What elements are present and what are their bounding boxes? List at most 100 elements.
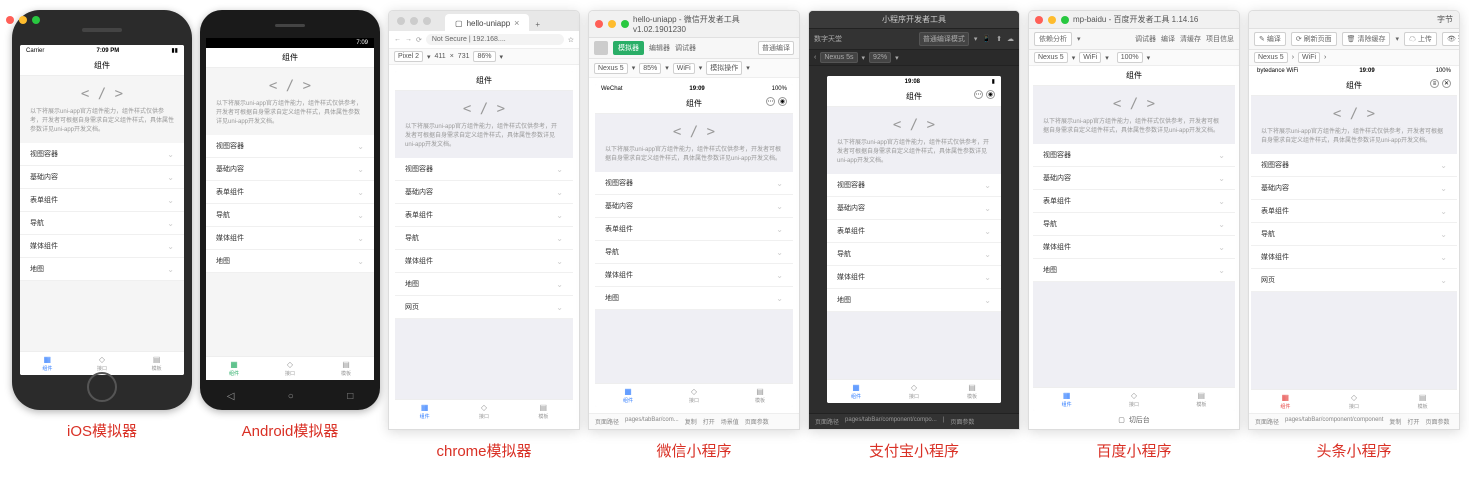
list-item[interactable]: 表单组件⌄ — [206, 181, 374, 204]
list-item[interactable]: 网页⌄ — [1251, 269, 1457, 292]
recent-icon[interactable]: □ — [347, 391, 353, 402]
list-item[interactable]: 表单组件⌄ — [827, 220, 1001, 243]
cloud-icon[interactable]: ☁ — [1007, 35, 1014, 43]
list-item[interactable]: 地图⌄ — [827, 289, 1001, 312]
tab-template[interactable]: ▤模板 — [755, 387, 765, 404]
tab-api[interactable]: ◇接口 — [285, 360, 295, 377]
device-select[interactable]: Nexus 5s — [820, 52, 857, 63]
phone-icon[interactable]: 📱 — [982, 35, 991, 43]
device-select[interactable]: Nexus 5 — [1254, 52, 1288, 63]
maximize-icon[interactable] — [1061, 16, 1069, 24]
list-item[interactable]: 导航⌄ — [20, 212, 184, 235]
menu-icon[interactable]: ≡ — [1430, 79, 1439, 88]
zoom-select[interactable]: 100% — [1117, 52, 1143, 63]
compile-mode-select[interactable]: 普通编译模式 — [919, 32, 969, 46]
minimize-icon[interactable] — [608, 20, 616, 28]
refresh-button[interactable]: ⟳ 刷新页面 — [1291, 32, 1337, 46]
editor-button[interactable]: 编辑器 — [649, 43, 670, 53]
browser-tab[interactable]: ▢hello-uniapp× — [445, 14, 529, 31]
clear-cache-button[interactable]: 🗑 清除缓存 — [1342, 32, 1391, 46]
list-item[interactable]: 导航⌄ — [827, 243, 1001, 266]
minimize-icon[interactable] — [410, 17, 418, 25]
tab-api[interactable]: ◇接口 — [689, 387, 699, 404]
list-item[interactable]: 基础内容⌄ — [395, 181, 573, 204]
list-item[interactable]: 基础内容⌄ — [1033, 167, 1235, 190]
list-item[interactable]: 表单组件⌄ — [1251, 200, 1457, 223]
compile-button[interactable]: ✎ 编译 — [1254, 32, 1286, 46]
width[interactable]: 411 — [435, 53, 446, 60]
avatar-icon[interactable] — [594, 41, 608, 55]
list-item[interactable]: 媒体组件⌄ — [206, 227, 374, 250]
network-select[interactable]: WiFi — [1079, 52, 1101, 63]
copy-button[interactable]: 复制 — [1389, 417, 1401, 426]
tab-template[interactable]: ▤模板 — [341, 360, 351, 377]
height[interactable]: 731 — [458, 53, 470, 60]
clear-cache-button[interactable]: 清缓存 — [1180, 34, 1201, 44]
close-tab-icon[interactable]: × — [514, 18, 519, 28]
close-icon[interactable] — [595, 20, 603, 28]
list-item[interactable]: 导航⌄ — [395, 227, 573, 250]
upload-icon[interactable]: ⬆ — [996, 35, 1002, 43]
list-item[interactable]: 地图⌄ — [595, 287, 793, 310]
tab-component[interactable]: ▦组件 — [1062, 391, 1072, 408]
list-item[interactable]: 导航⌄ — [1251, 223, 1457, 246]
compile-mode-select[interactable]: 普通编译 — [758, 41, 794, 55]
upload-button[interactable]: ☁ 上传 — [1404, 32, 1437, 46]
tab-template[interactable]: ▤模板 — [1418, 393, 1428, 410]
project-info-button[interactable]: 项目信息 — [1206, 34, 1234, 44]
list-item[interactable]: 网页⌄ — [395, 296, 573, 319]
maximize-icon[interactable] — [621, 20, 629, 28]
list-item[interactable]: 视图容器⌄ — [206, 135, 374, 158]
compile-button[interactable]: 编译 — [1161, 34, 1175, 44]
list-item[interactable]: 地图⌄ — [1033, 259, 1235, 282]
tab-api[interactable]: ◇接口 — [479, 403, 489, 420]
list-item[interactable]: 视图容器⌄ — [1033, 144, 1235, 167]
zoom-select[interactable]: 85% — [639, 63, 661, 74]
list-item[interactable]: 导航⌄ — [206, 204, 374, 227]
device-select[interactable]: Nexus 5 — [1034, 52, 1068, 63]
open-button[interactable]: 打开 — [1407, 417, 1419, 426]
tab-api[interactable]: ◇接口 — [1129, 391, 1139, 408]
debugger-button[interactable]: 调试器 — [1135, 34, 1156, 44]
close-icon[interactable]: ◉ — [778, 97, 787, 106]
home-icon[interactable]: ○ — [288, 391, 294, 402]
tab-component[interactable]: ▦组件 — [229, 360, 239, 377]
list-item[interactable]: 媒体组件⌄ — [395, 250, 573, 273]
preview-button[interactable]: 👁 预览 — [1442, 32, 1459, 46]
list-item[interactable]: 媒体组件⌄ — [1033, 236, 1235, 259]
menu-icon[interactable]: ⋯ — [974, 90, 983, 99]
list-item[interactable]: 地图⌄ — [20, 258, 184, 281]
tab-component[interactable]: ▦组件 — [420, 403, 430, 420]
debugger-button[interactable]: 调试器 — [675, 43, 696, 53]
list-item[interactable]: 媒体组件⌄ — [595, 264, 793, 287]
list-item[interactable]: 地图⌄ — [206, 250, 374, 273]
tab-component[interactable]: ▦组件 — [851, 383, 861, 400]
close-icon[interactable] — [397, 17, 405, 25]
tab-template[interactable]: ▤模板 — [538, 403, 548, 420]
new-tab-button[interactable]: + — [529, 18, 546, 31]
device-select[interactable]: Nexus 5 — [594, 63, 628, 74]
list-item[interactable]: 导航⌄ — [1033, 213, 1235, 236]
list-item[interactable]: 基础内容⌄ — [595, 195, 793, 218]
open-button[interactable]: 打开 — [703, 417, 715, 426]
close-icon[interactable]: ✕ — [1442, 79, 1451, 88]
url-input[interactable]: Not Secure | 192.168.... — [426, 34, 564, 45]
list-item[interactable]: 导航⌄ — [595, 241, 793, 264]
menu-read[interactable]: 数字天堂 — [814, 34, 842, 44]
list-item[interactable]: 基础内容⌄ — [827, 197, 1001, 220]
bd-switch-bg[interactable]: ▢切后台 — [1029, 411, 1239, 429]
network-select[interactable]: WiFi — [673, 63, 695, 74]
list-item[interactable]: 基础内容⌄ — [206, 158, 374, 181]
list-item[interactable]: 基础内容⌄ — [20, 166, 184, 189]
list-item[interactable]: 地图⌄ — [395, 273, 573, 296]
tab-component[interactable]: ▦组件 — [42, 355, 52, 372]
device-select[interactable]: Pixel 2 — [394, 51, 423, 62]
menu-icon[interactable]: ⋯ — [766, 97, 775, 106]
maximize-icon[interactable] — [423, 17, 431, 25]
copy-button[interactable]: 复制 — [685, 417, 697, 426]
list-item[interactable]: 视图容器⌄ — [20, 143, 184, 166]
network-select[interactable]: WiFi — [1298, 52, 1320, 63]
list-item[interactable]: 媒体组件⌄ — [827, 266, 1001, 289]
back-icon[interactable]: ◁ — [227, 391, 235, 402]
tab-api[interactable]: ◇接口 — [1349, 393, 1359, 410]
